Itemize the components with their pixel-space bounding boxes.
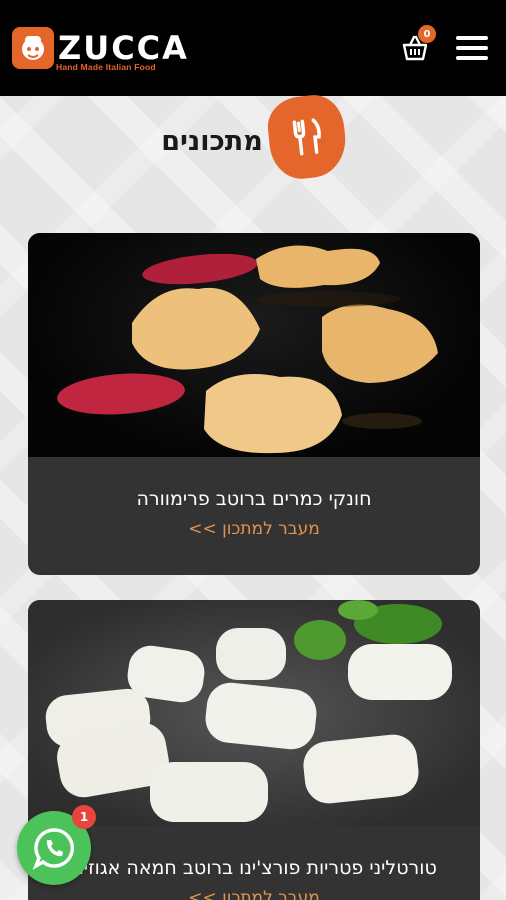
hamburger-line [456,46,488,50]
site-logo[interactable]: ZUCCA Hand Made Italian Food [12,18,189,78]
title-badge [264,92,349,182]
cart-button[interactable]: 0 [400,25,436,63]
hamburger-line [456,36,488,40]
chef-mascot-icon [12,27,54,69]
menu-button[interactable] [456,36,488,60]
recipe-image[interactable] [28,233,480,457]
whatsapp-notification-badge: 1 [72,805,96,829]
recipe-title: טורטליני פטריות פורצ'ינו ברוטב חמאה אגוז… [71,857,437,879]
fork-knife-icon [292,118,321,156]
recipe-image[interactable] [28,600,480,826]
recipe-link[interactable]: מעבר למתכון >> [188,888,320,900]
site-header: ZUCCA Hand Made Italian Food 0 [0,0,506,96]
page-title-row: מתכונים [0,92,506,186]
recipe-card[interactable]: חונקי כמרים ברוטב פרימוורה מעבר למתכון >… [28,233,480,575]
hamburger-line [456,56,488,60]
cart-count-badge: 0 [418,25,436,43]
recipe-link[interactable]: מעבר למתכון >> [188,519,320,539]
recipe-card[interactable]: טורטליני פטריות פורצ'ינו ברוטב חמאה אגוז… [28,600,480,900]
recipe-title: חונקי כמרים ברוטב פרימוורה [136,488,372,510]
whatsapp-icon [32,828,75,870]
logo-text: ZUCCA [58,29,189,67]
logo-tagline: Hand Made Italian Food [56,62,156,72]
page-title: מתכונים [161,125,263,157]
